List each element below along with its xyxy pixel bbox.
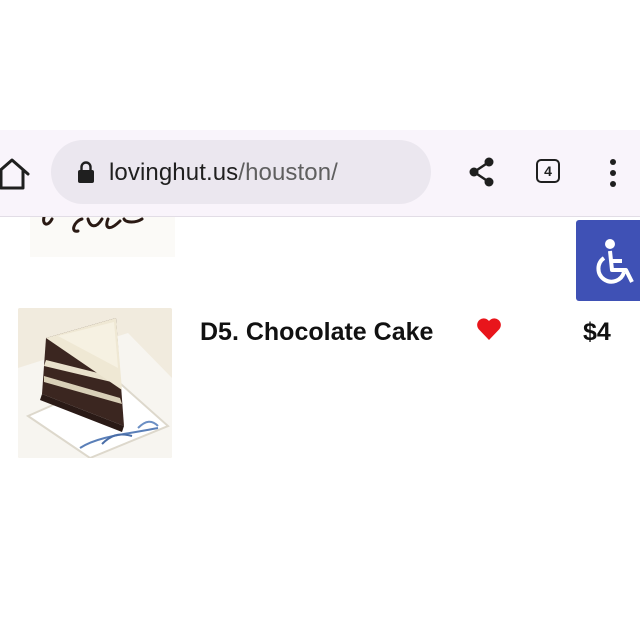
share-icon[interactable] bbox=[466, 154, 498, 190]
heart-icon bbox=[476, 317, 502, 341]
previous-item-image[interactable] bbox=[30, 217, 175, 257]
home-icon[interactable] bbox=[0, 156, 32, 192]
tab-count: 4 bbox=[544, 163, 552, 179]
menu-item-price: $4 bbox=[583, 318, 611, 346]
url-host: lovinghut.us bbox=[109, 159, 239, 186]
url-text[interactable]: lovinghut.us/houston/ bbox=[109, 159, 338, 187]
page-content: D5. Chocolate Cake $4 bbox=[0, 217, 640, 640]
lock-icon[interactable] bbox=[77, 160, 95, 184]
chocolate-cake-image[interactable] bbox=[18, 308, 172, 458]
browser-toolbar: lovinghut.us/houston/ 4 bbox=[0, 130, 640, 217]
address-bar[interactable]: lovinghut.us/houston/ bbox=[51, 140, 431, 204]
tab-switcher-button[interactable]: 4 bbox=[536, 159, 560, 183]
wheelchair-icon bbox=[590, 236, 640, 293]
menu-item-name[interactable]: D5. Chocolate Cake bbox=[200, 317, 433, 347]
url-path: /houston/ bbox=[238, 159, 338, 186]
accessibility-button[interactable] bbox=[576, 220, 640, 301]
more-vert-icon[interactable] bbox=[604, 156, 622, 190]
